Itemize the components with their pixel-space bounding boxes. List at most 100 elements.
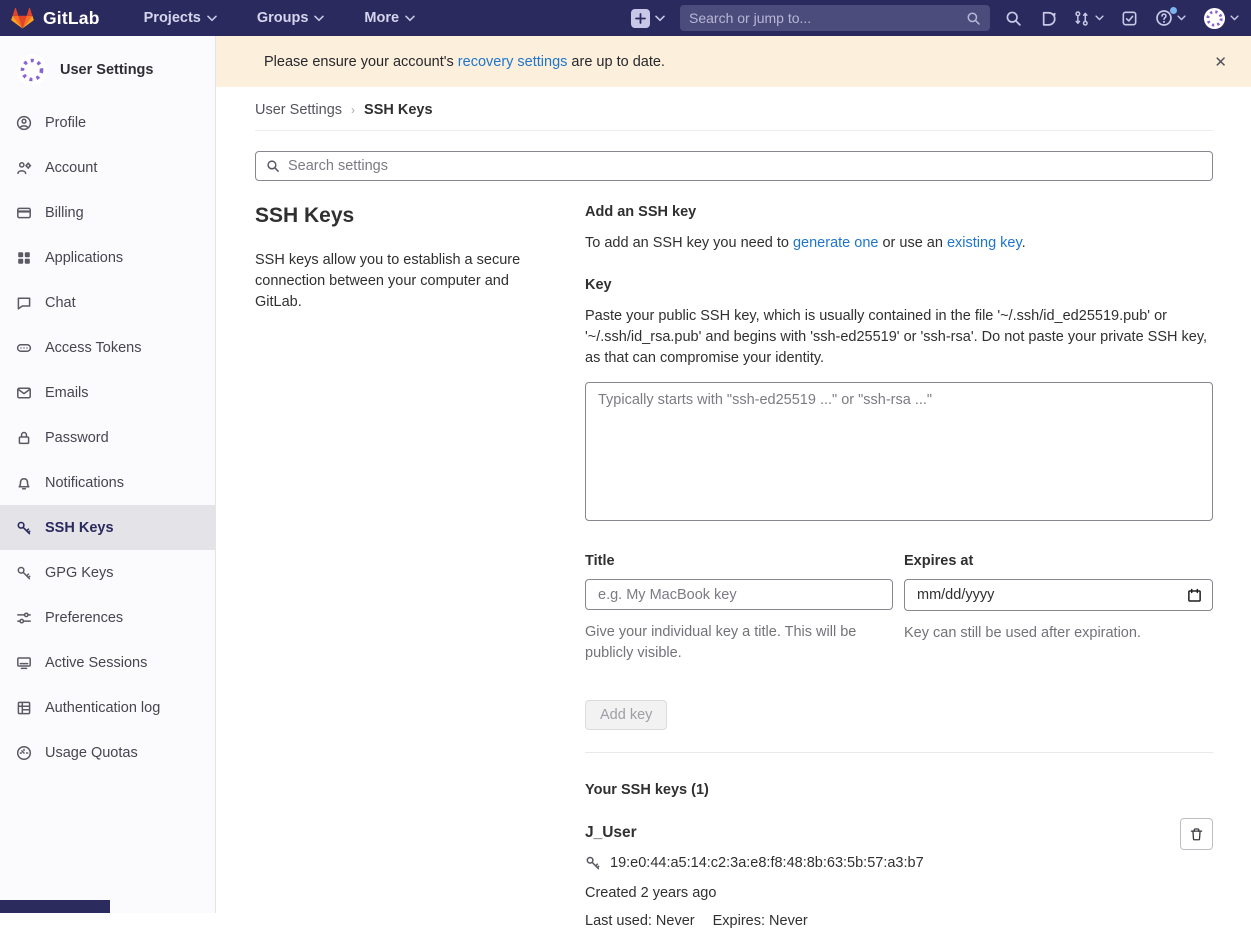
- search-settings-input[interactable]: Search settings: [255, 151, 1213, 181]
- chevron-down-icon: [1177, 15, 1186, 21]
- user-menu-button[interactable]: [1203, 7, 1239, 30]
- search-icon: [1005, 10, 1022, 27]
- notification-dot: [1170, 7, 1177, 14]
- search-icon: [266, 159, 280, 173]
- ssh-key-list-item: J_User 19:e0:44:a5:14:c2:3a:e8:f8:48:8b:…: [585, 824, 1213, 929]
- add-ssh-key-heading: Add an SSH key: [585, 204, 1213, 220]
- gauge-icon: [16, 745, 32, 761]
- title-field-label: Title: [585, 553, 893, 569]
- breadcrumb-current: SSH Keys: [364, 102, 433, 118]
- divider: [255, 130, 1213, 131]
- key-icon: [585, 855, 601, 871]
- gitlab-tanuki-icon: [10, 6, 35, 30]
- sidebar-item-chat[interactable]: Chat: [0, 280, 215, 325]
- sliders-icon: [16, 610, 32, 626]
- issues-button[interactable]: [1039, 10, 1056, 27]
- ssh-key-title-link[interactable]: J_User: [585, 824, 1163, 842]
- nav-menu-groups[interactable]: Groups: [257, 10, 325, 26]
- add-key-intro: To add an SSH key you need to generate o…: [585, 233, 1213, 254]
- ssh-key-last-used: Last used: Never: [585, 913, 695, 929]
- nav-menu-more[interactable]: More: [364, 10, 415, 26]
- alert-text: Please ensure your account's recovery se…: [264, 54, 665, 70]
- add-key-button[interactable]: Add key: [585, 700, 667, 730]
- sidebar-item-gpg-keys[interactable]: GPG Keys: [0, 550, 215, 595]
- page-description: SSH keys allow you to establish a secure…: [255, 250, 545, 313]
- applications-icon: [16, 250, 32, 266]
- log-table-icon: [16, 700, 32, 716]
- sidebar-header[interactable]: User Settings: [0, 46, 215, 100]
- sidebar-item-emails[interactable]: Emails: [0, 370, 215, 415]
- expires-field-help: Key can still be used after expiration.: [904, 623, 1212, 644]
- recovery-settings-link[interactable]: recovery settings: [458, 54, 568, 70]
- chevron-down-icon: [314, 15, 324, 22]
- billing-icon: [16, 205, 32, 221]
- sidebar-item-preferences[interactable]: Preferences: [0, 595, 215, 640]
- sidebar-title: User Settings: [60, 62, 153, 78]
- key-icon: [16, 520, 32, 536]
- breadcrumb: User Settings › SSH Keys: [255, 102, 1213, 118]
- monitor-icon: [16, 655, 32, 671]
- breadcrumb-separator: ›: [351, 103, 355, 117]
- calendar-icon: [1187, 588, 1202, 603]
- expires-field-label: Expires at: [904, 553, 1212, 569]
- chevron-down-icon: [655, 15, 665, 22]
- browser-status-bar: [0, 900, 110, 913]
- sidebar-item-profile[interactable]: Profile: [0, 100, 215, 145]
- sidebar-item-ssh-keys[interactable]: SSH Keys: [0, 505, 215, 550]
- main-content: Please ensure your account's recovery se…: [216, 36, 1251, 913]
- sidebar-item-access-tokens[interactable]: Access Tokens: [0, 325, 215, 370]
- delete-key-button[interactable]: [1180, 818, 1213, 850]
- sidebar-item-notifications[interactable]: Notifications: [0, 460, 215, 505]
- gitlab-logo[interactable]: GitLab: [10, 6, 100, 30]
- token-icon: [16, 340, 32, 356]
- expires-field: Expires at mm/dd/yyyy Key can still be u…: [904, 553, 1212, 664]
- ssh-key-fingerprint: 19:e0:44:a5:14:c2:3a:e8:f8:48:8b:63:5b:5…: [610, 855, 924, 871]
- global-search-input[interactable]: Search or jump to...: [680, 5, 990, 31]
- merge-request-icon: [1073, 10, 1091, 27]
- chevron-down-icon: [1230, 15, 1239, 21]
- expires-date-input[interactable]: mm/dd/yyyy: [904, 579, 1213, 611]
- existing-key-link[interactable]: existing key: [947, 235, 1022, 251]
- lock-icon: [16, 430, 32, 446]
- key-icon: [16, 565, 32, 581]
- sidebar-item-account[interactable]: Account: [0, 145, 215, 190]
- sidebar-item-billing[interactable]: Billing: [0, 190, 215, 235]
- trash-icon: [1189, 827, 1204, 842]
- top-navbar: GitLab Projects Groups More Search or ju…: [0, 0, 1251, 36]
- avatar: [1203, 7, 1226, 30]
- sidebar-item-authentication-log[interactable]: Authentication log: [0, 685, 215, 730]
- plus-icon: [631, 9, 650, 28]
- profile-icon: [16, 115, 32, 131]
- sidebar-item-applications[interactable]: Applications: [0, 235, 215, 280]
- logo-wordmark: GitLab: [43, 8, 100, 29]
- sidebar-item-password[interactable]: Password: [0, 415, 215, 460]
- chevron-down-icon: [1095, 15, 1104, 21]
- title-field-help: Give your individual key a title. This w…: [585, 622, 865, 664]
- close-icon[interactable]: ✕: [1208, 49, 1233, 75]
- todo-check-icon: [1121, 10, 1138, 27]
- ssh-key-expires: Expires: Never: [713, 913, 808, 929]
- help-menu-button[interactable]: [1155, 9, 1186, 27]
- todos-button[interactable]: [1121, 10, 1138, 27]
- recovery-alert-banner: Please ensure your account's recovery se…: [216, 36, 1251, 87]
- chat-icon: [16, 295, 32, 311]
- new-menu-button[interactable]: [631, 9, 665, 28]
- sidebar-item-active-sessions[interactable]: Active Sessions: [0, 640, 215, 685]
- key-field-label: Key: [585, 277, 1213, 293]
- title-input[interactable]: [585, 579, 893, 610]
- generate-one-link[interactable]: generate one: [793, 235, 878, 251]
- title-field: Title Give your individual key a title. …: [585, 553, 893, 664]
- issues-icon: [1039, 10, 1056, 27]
- account-icon: [16, 160, 32, 176]
- ssh-key-created: Created 2 years ago: [585, 885, 1163, 901]
- page-title: SSH Keys: [255, 204, 545, 228]
- search-button[interactable]: [1005, 10, 1022, 27]
- settings-sidebar: User Settings Profile Account Billing Ap…: [0, 36, 216, 913]
- avatar: [16, 54, 48, 86]
- sidebar-item-usage-quotas[interactable]: Usage Quotas: [0, 730, 215, 775]
- ssh-key-textarea[interactable]: [585, 382, 1213, 521]
- email-icon: [16, 385, 32, 401]
- merge-requests-button[interactable]: [1073, 10, 1104, 27]
- nav-menu-projects[interactable]: Projects: [144, 10, 217, 26]
- breadcrumb-user-settings[interactable]: User Settings: [255, 102, 342, 118]
